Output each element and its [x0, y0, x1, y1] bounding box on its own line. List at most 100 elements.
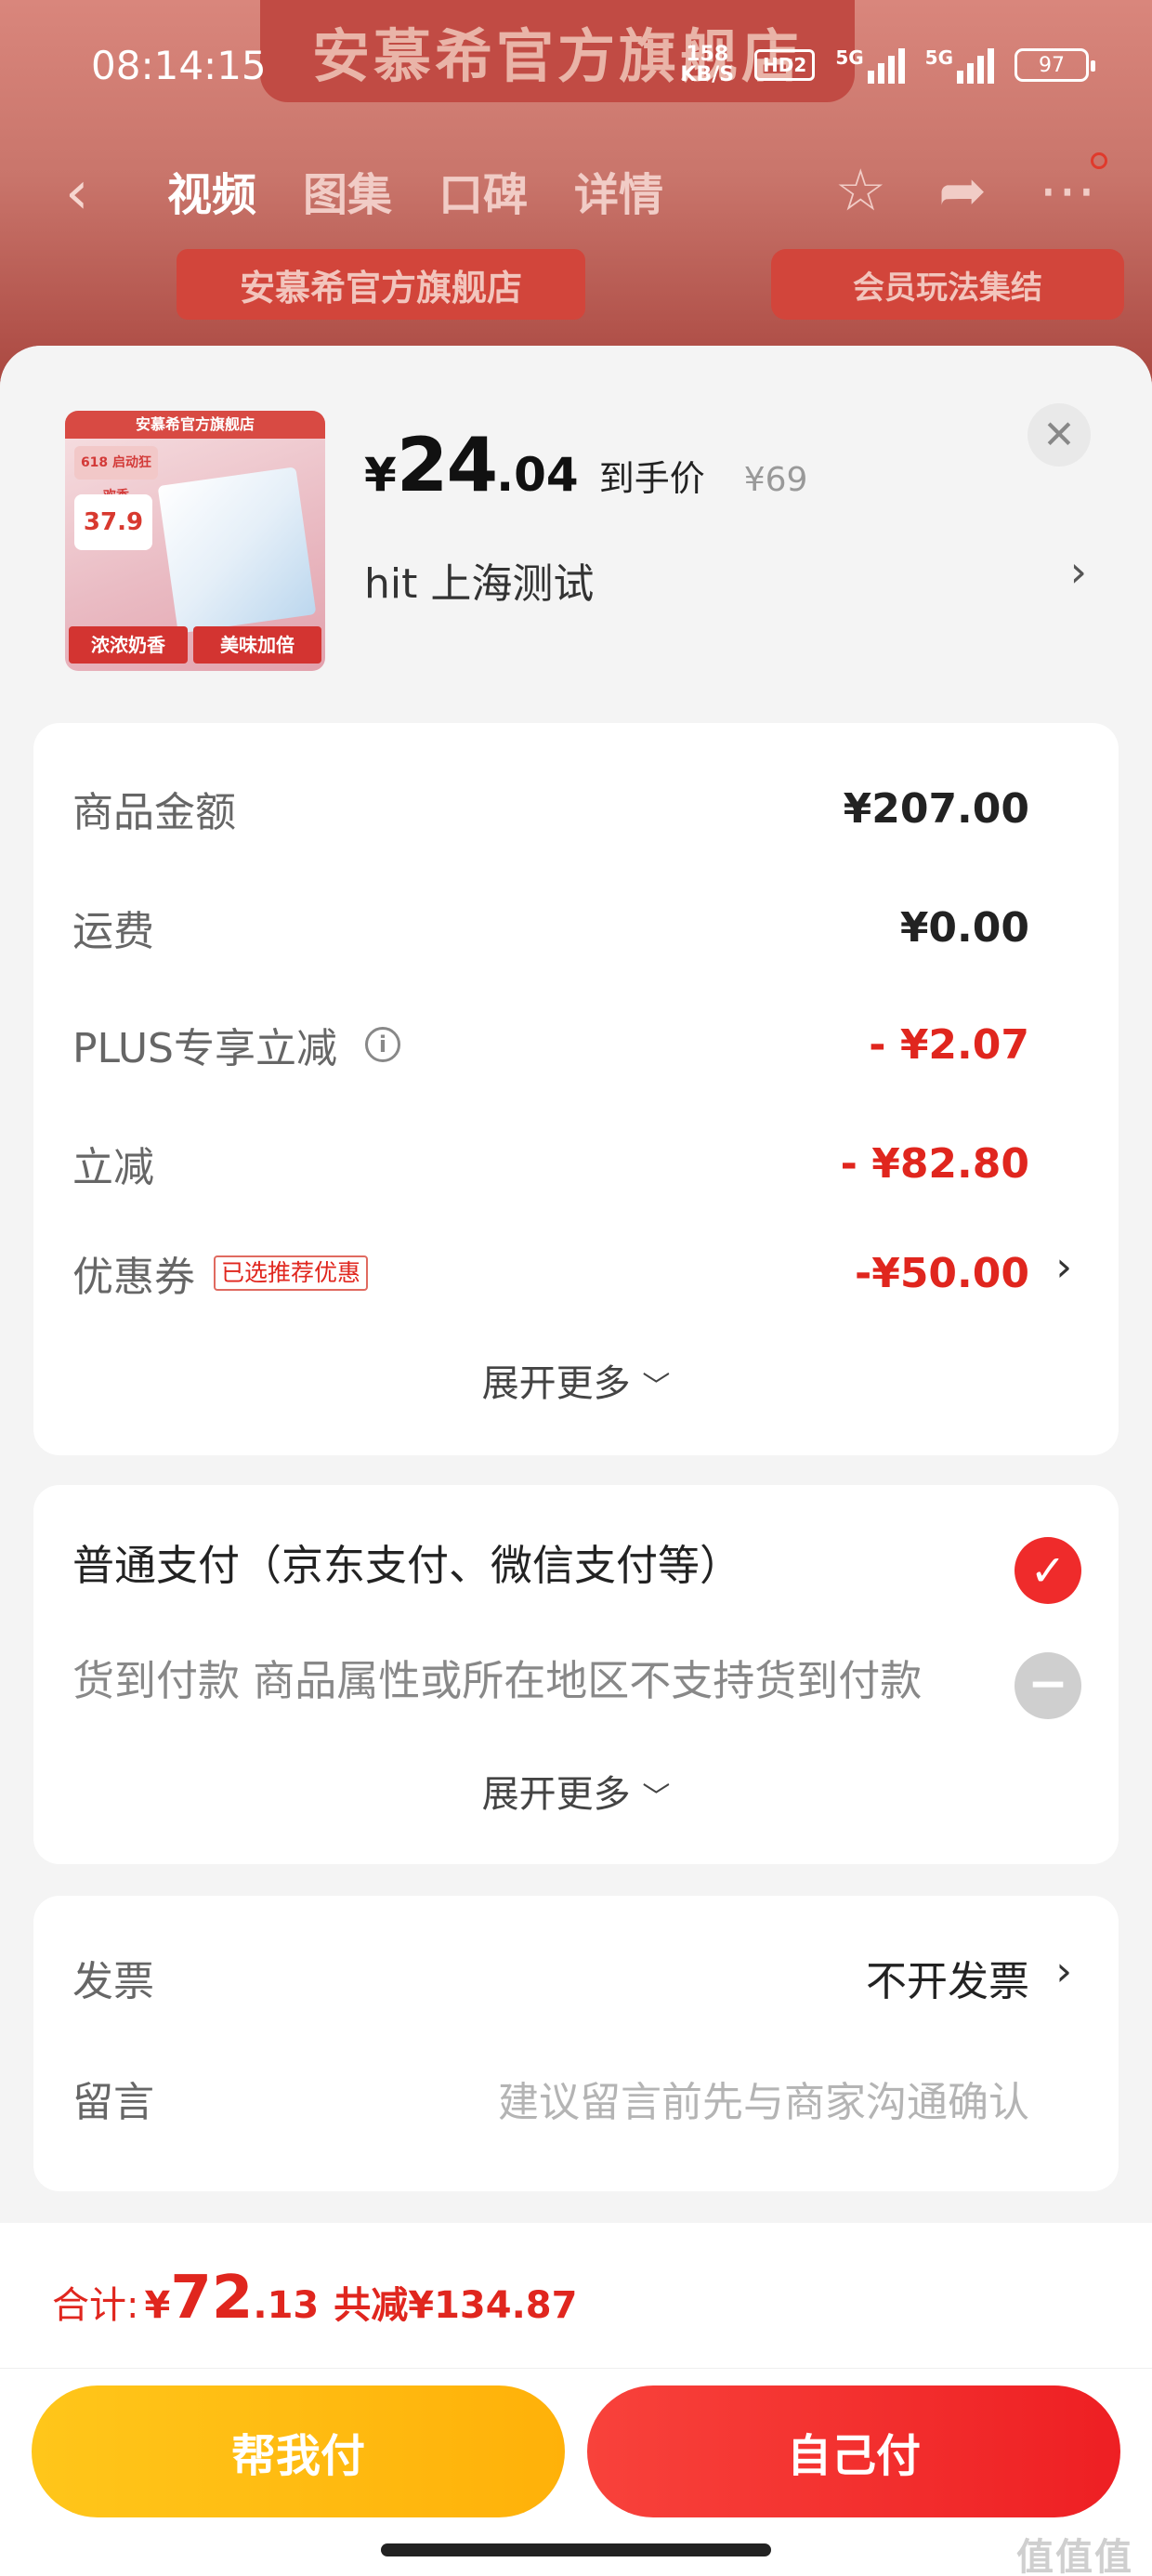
thumbnail-tag-2: 美味加倍 — [193, 626, 321, 664]
chevron-down-icon: ﹀ — [642, 1781, 671, 1814]
shipping-address[interactable]: hit 上海测试 — [364, 550, 594, 610]
shipping-label: 运费 — [72, 908, 154, 955]
instant-discount-label: 立减 — [72, 1144, 154, 1191]
normal-pay-radio[interactable]: ✓ — [1015, 1537, 1081, 1604]
invoice-card: 发票 不开发票 › 留言 建议留言前先与商家沟通确认 — [33, 1896, 1119, 2191]
tab-video[interactable]: 视频 — [167, 158, 256, 223]
product-nav-bar: ‹ 视频 图集 口碑 详情 ☆ ➦ ⋯ — [0, 139, 1152, 242]
chevron-down-icon: ﹀ — [642, 1371, 671, 1403]
total-saved: 共减¥134.87 — [334, 2284, 578, 2327]
thumbnail-badge: 618 启动狂欢季 — [74, 446, 158, 504]
tab-reviews[interactable]: 口碑 — [439, 158, 528, 223]
total-currency: ¥ — [144, 2284, 171, 2327]
cod-pay-radio: − — [1015, 1652, 1081, 1719]
goods-amount-row: 商品金额 ¥207.00 — [72, 779, 1029, 838]
close-icon: ✕ — [1042, 412, 1076, 457]
plus-discount-label-wrap: PLUS专享立减 i — [72, 1015, 400, 1074]
note-row[interactable]: 留言 建议留言前先与商家沟通确认 — [72, 2069, 1029, 2128]
normal-pay-label: 普通支付（京东支付、微信支付等） — [72, 1541, 742, 1590]
share-icon[interactable]: ➦ — [938, 156, 987, 224]
chevron-right-icon[interactable]: › — [1070, 546, 1087, 597]
product-summary: 安慕希官方旗舰店 618 启动狂欢季 37.9 浓浓奶香 美味加倍 ¥ 24 .… — [0, 346, 1152, 708]
total-bar: 合计: ¥ 72 .13 共减¥134.87 — [0, 2223, 1152, 2368]
signal-label-2: 5G — [924, 46, 953, 69]
instant-discount-row: 立减 - ¥82.80 — [72, 1134, 1029, 1193]
thumbnail-product-box — [157, 467, 317, 634]
coupon-recommended-tag: 已选推荐优惠 — [214, 1255, 369, 1291]
status-bar: 08:14:15 158 KB/S HD2 5G 5G 97 — [0, 0, 1152, 139]
cod-pay-row: 货到付款 商品属性或所在地区不支持货到付款 — [72, 1647, 988, 1707]
tab-details[interactable]: 详情 — [574, 158, 663, 223]
watermark: 值值值 — [1016, 2536, 1133, 2576]
shipping-value: ¥0.00 — [899, 903, 1029, 952]
total-amount: 合计: ¥ 72 .13 共减¥134.87 — [52, 2264, 577, 2333]
thumbnail-tag-1: 浓浓奶香 — [69, 626, 188, 664]
thumbnail-price: 37.9 — [74, 494, 152, 550]
amount-card: 商品金额 ¥207.00 运费 ¥0.00 PLUS专享立减 i - ¥2.07… — [33, 723, 1119, 1455]
total-integer: 72 — [170, 2264, 254, 2333]
help-me-pay-button[interactable]: 帮我付 — [32, 2385, 565, 2517]
goods-amount-value: ¥207.00 — [843, 784, 1029, 833]
nav-icons: ☆ ➦ ⋯ — [834, 152, 1107, 224]
minus-icon: − — [1028, 1656, 1068, 1712]
original-price: ¥69 — [743, 461, 808, 499]
thumbnail-store-name: 安慕希官方旗舰店 — [65, 411, 325, 439]
coupon-label-wrap: 优惠券 已选推荐优惠 — [72, 1243, 369, 1303]
background-store-banner: 安慕希官方旗舰店 — [177, 249, 585, 320]
total-label: 合计: — [52, 2284, 139, 2327]
invoice-value: 不开发票 — [866, 1958, 1029, 2005]
info-icon[interactable]: i — [365, 1027, 400, 1062]
chevron-right-icon[interactable]: › — [1055, 1948, 1072, 1995]
more-icon[interactable]: ⋯ — [1039, 152, 1107, 224]
tab-gallery[interactable]: 图集 — [303, 158, 392, 223]
price-decimal: .04 — [496, 448, 579, 502]
final-price: ¥ 24 .04 到手价 ¥69 — [364, 422, 807, 508]
signal-icon-2: 5G — [925, 46, 994, 84]
close-button[interactable]: ✕ — [1028, 403, 1091, 467]
net-speed-unit: KB/S — [680, 63, 735, 86]
net-speed-value: 158 — [686, 43, 729, 66]
plus-discount-row: PLUS专享立减 i - ¥2.07 — [72, 1015, 1029, 1074]
star-icon[interactable]: ☆ — [834, 156, 886, 224]
expand-more-label: 展开更多 — [481, 1362, 631, 1405]
invoice-row[interactable]: 发票 不开发票 — [72, 1948, 1029, 2007]
battery-icon: 97 — [1015, 48, 1095, 82]
goods-amount-label: 商品金额 — [72, 789, 236, 836]
expand-more-payment[interactable]: 展开更多 ﹀ — [33, 1764, 1119, 1818]
coupon-row[interactable]: 优惠券 已选推荐优惠 -¥50.00 — [72, 1243, 1029, 1303]
plus-discount-label: PLUS专享立减 — [72, 1025, 337, 1072]
product-thumbnail: 安慕希官方旗舰店 618 启动狂欢季 37.9 浓浓奶香 美味加倍 — [65, 411, 325, 671]
status-indicators: 158 KB/S HD2 5G 5G 97 — [680, 45, 1095, 85]
coupon-label: 优惠券 — [72, 1254, 195, 1301]
price-label: 到手价 — [598, 458, 705, 499]
status-time: 08:14:15 — [91, 43, 267, 88]
hd-icon: HD2 — [754, 49, 816, 81]
total-decimal: .13 — [253, 2284, 320, 2327]
normal-pay-row[interactable]: 普通支付（京东支付、微信支付等） — [72, 1531, 988, 1592]
checkmark-icon: ✓ — [1029, 1545, 1067, 1596]
invoice-label: 发票 — [72, 1958, 154, 2005]
action-bar: 帮我付 自己付 值值值 — [0, 2368, 1152, 2576]
home-indicator[interactable] — [381, 2543, 771, 2556]
background-member-banner: 会员玩法集结 — [771, 249, 1124, 320]
payment-card: 普通支付（京东支付、微信支付等） ✓ 货到付款 商品属性或所在地区不支持货到付款… — [33, 1485, 1119, 1864]
price-integer: 24 — [396, 422, 498, 508]
coupon-value: -¥50.00 — [854, 1249, 1029, 1297]
cod-pay-label: 货到付款 商品属性或所在地区不支持货到付款 — [72, 1656, 923, 1705]
price-currency: ¥ — [364, 448, 397, 502]
signal-label: 5G — [835, 46, 864, 69]
pay-myself-button[interactable]: 自己付 — [587, 2385, 1120, 2517]
note-label: 留言 — [72, 2079, 154, 2126]
chevron-right-icon[interactable]: › — [1055, 1243, 1072, 1291]
nav-tabs: 视频 图集 口碑 详情 — [167, 158, 663, 223]
background-page: 安慕希官方旗舰店 08:14:15 158 KB/S HD2 5G 5G 97 … — [0, 0, 1152, 390]
instant-discount-value: - ¥82.80 — [840, 1139, 1029, 1188]
shipping-row: 运费 ¥0.00 — [72, 898, 1029, 957]
note-input[interactable]: 建议留言前先与商家沟通确认 — [498, 2069, 1029, 2128]
signal-icon: 5G — [835, 46, 905, 84]
net-speed: 158 KB/S — [680, 45, 734, 85]
expand-more-amounts[interactable]: 展开更多 ﹀ — [33, 1353, 1119, 1407]
back-arrow-icon[interactable]: ‹ — [65, 164, 89, 223]
plus-discount-value: - ¥2.07 — [869, 1020, 1029, 1069]
expand-more-label: 展开更多 — [481, 1773, 631, 1816]
